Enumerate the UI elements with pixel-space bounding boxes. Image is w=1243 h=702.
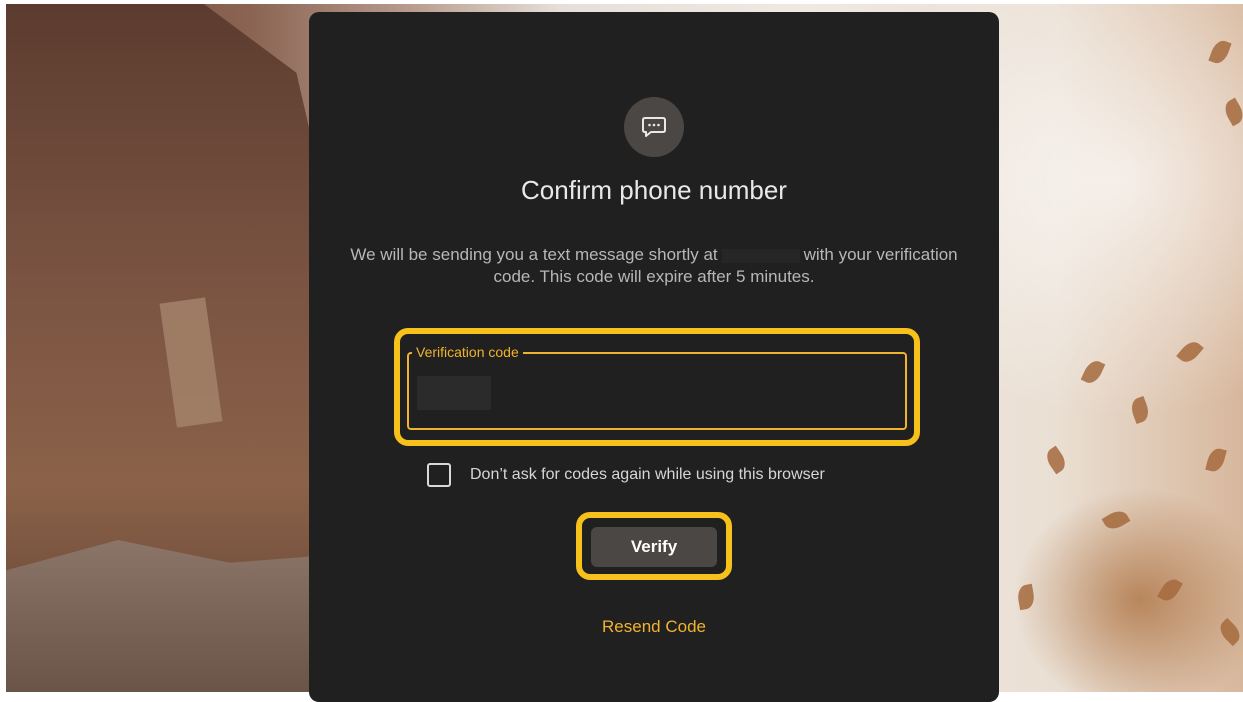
verification-dialog: Confirm phone number We will be sending … <box>309 12 999 702</box>
background-leaf <box>1208 37 1232 67</box>
background-hill <box>6 540 326 692</box>
redacted-phone-number <box>721 248 800 263</box>
dialog-title: Confirm phone number <box>521 175 787 205</box>
background-leaf <box>1080 357 1106 387</box>
background-leaf <box>1128 395 1152 425</box>
resend-code-link[interactable]: Resend Code <box>309 615 999 639</box>
dialog-description: We will be sending you a text message sh… <box>349 244 959 288</box>
description-text-start: We will be sending you a text message sh… <box>350 245 718 264</box>
background-leaf <box>1221 97 1243 127</box>
background-leaf <box>1176 337 1204 367</box>
message-icon <box>624 97 684 157</box>
verify-button[interactable]: Verify <box>591 527 717 567</box>
verification-code-input[interactable] <box>417 376 491 410</box>
remember-browser-label[interactable]: Don’t ask for codes again while using th… <box>470 464 825 486</box>
remember-browser-checkbox[interactable] <box>427 463 451 487</box>
verification-code-label: Verification code <box>412 343 523 361</box>
